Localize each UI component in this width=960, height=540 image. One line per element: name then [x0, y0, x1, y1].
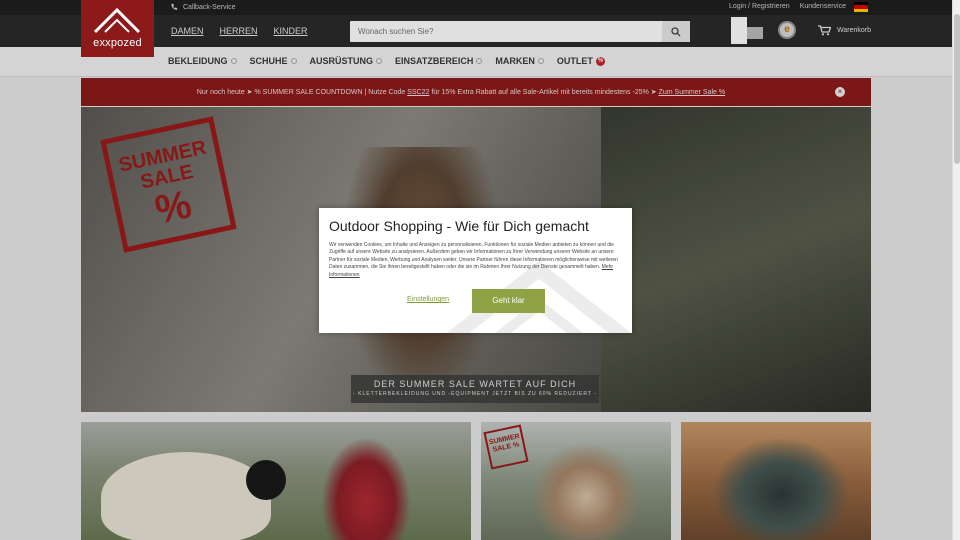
mountain-logo-icon	[93, 7, 141, 34]
modal-body-text: Wir verwenden Cookies, um Inhalte und An…	[329, 242, 618, 271]
settings-link[interactable]: Einstellungen	[407, 296, 449, 303]
accept-button[interactable]: Geht klar	[472, 289, 545, 313]
scrollbar-thumb[interactable]	[954, 14, 960, 164]
logo[interactable]: exxpozed	[81, 0, 154, 57]
scrollbar[interactable]	[952, 0, 960, 540]
brand-name: exxpozed	[93, 37, 142, 49]
modal-body: Wir verwenden Cookies, um Inhalte und An…	[329, 242, 622, 279]
modal-title: Outdoor Shopping - Wie für Dich gemacht	[329, 218, 589, 234]
cookie-consent-modal: Outdoor Shopping - Wie für Dich gemacht …	[319, 208, 632, 333]
